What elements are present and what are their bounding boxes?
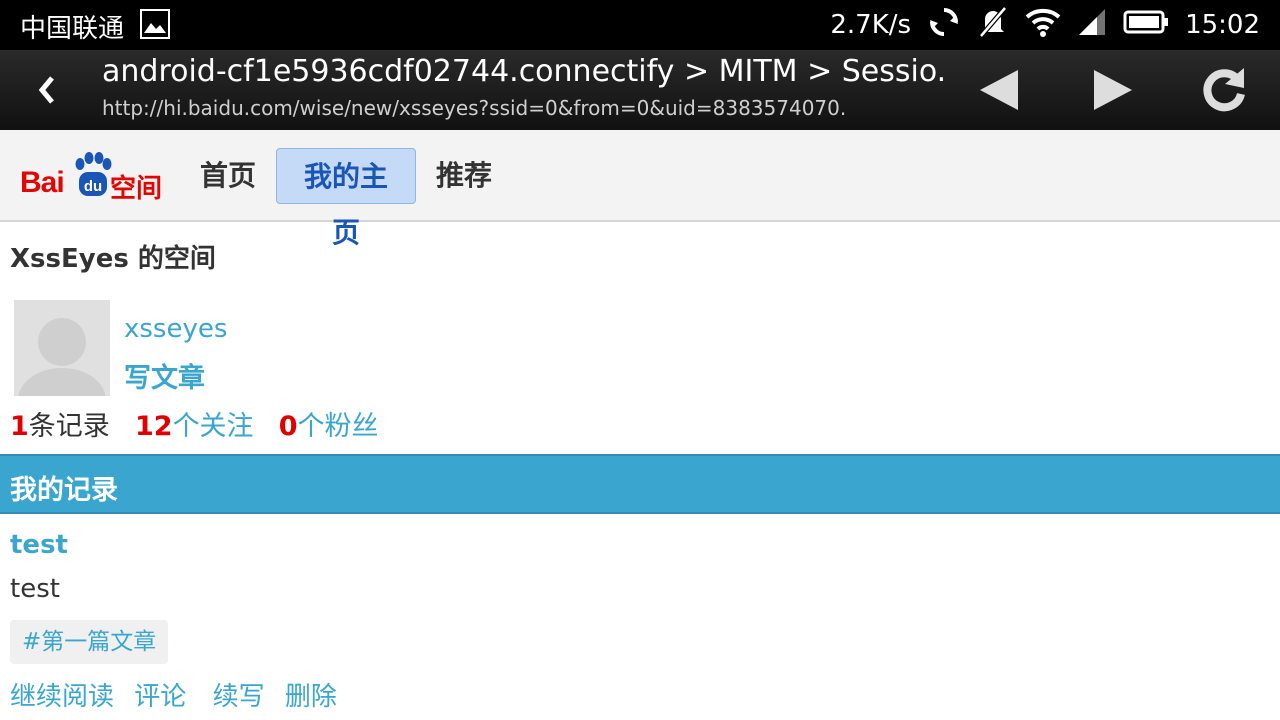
- next-icon[interactable]: [1090, 68, 1134, 112]
- post-tag[interactable]: #第一篇文章: [10, 620, 169, 664]
- records-count: 1: [10, 411, 29, 442]
- page-title: android-cf1e5936cdf02744.connectify > MI…: [102, 54, 947, 89]
- battery-icon: [1123, 9, 1169, 42]
- carrier-name: 中国联通: [20, 14, 125, 44]
- records-section-header: 我的记录: [0, 454, 1280, 514]
- clock: 15:02: [1185, 10, 1260, 40]
- records-label: 条记录: [28, 411, 110, 442]
- status-bar: 中国联通 2.7K/s 15:02: [0, 0, 1280, 50]
- comment-link[interactable]: 评论: [134, 682, 186, 712]
- reload-icon[interactable]: [1198, 64, 1250, 116]
- post-body: test: [10, 574, 60, 604]
- back-icon[interactable]: [30, 68, 64, 112]
- net-speed: 2.7K/s: [830, 10, 912, 40]
- space-title: XssEyes 的空间: [10, 244, 216, 274]
- following-link[interactable]: 个关注: [173, 411, 254, 442]
- paw-icon: du: [75, 152, 112, 196]
- status-icons: 2.7K/s 15:02: [830, 5, 1260, 44]
- url-field[interactable]: http://hi.baidu.com/wise/new/xsseyes?ssi…: [102, 96, 846, 120]
- browser-toolbar: android-cf1e5936cdf02744.connectify > MI…: [0, 50, 1280, 130]
- profile-stats: 1条记录 12个关注 0个粉丝: [10, 404, 379, 443]
- nav-recommend[interactable]: 推荐: [422, 148, 506, 204]
- signal-icon: [1077, 7, 1107, 44]
- avatar[interactable]: [14, 300, 110, 396]
- sync-icon: [927, 5, 961, 46]
- following-count[interactable]: 12: [135, 411, 173, 442]
- post-title-link[interactable]: test: [10, 530, 68, 560]
- nav-my-homepage[interactable]: 我的主页: [276, 148, 416, 249]
- nav-home[interactable]: 首页: [186, 148, 270, 204]
- section-title: 我的记录: [10, 475, 118, 506]
- wifi-icon: [1025, 7, 1061, 44]
- post-actions: 继续阅读 评论 续写 删除: [10, 676, 349, 713]
- logo-du-text: du: [84, 178, 102, 195]
- write-article-link[interactable]: 写文章: [124, 356, 205, 395]
- baidu-space-logo[interactable]: Bai du 空间: [18, 152, 168, 204]
- previous-icon[interactable]: [978, 68, 1022, 112]
- default-avatar-icon: [18, 318, 106, 396]
- continue-writing-link[interactable]: 续写: [213, 682, 265, 712]
- image-icon: [140, 9, 170, 39]
- logo-space-text: 空间: [110, 174, 163, 204]
- fans-count[interactable]: 0: [279, 411, 298, 442]
- mute-icon: [977, 5, 1009, 46]
- logo-bai-text: Bai: [20, 166, 65, 199]
- fans-link[interactable]: 个粉丝: [298, 411, 379, 442]
- delete-link[interactable]: 删除: [285, 682, 337, 712]
- site-nav: Bai du 空间 首页 我的主页 推荐: [0, 130, 1280, 249]
- username-link[interactable]: xsseyes: [124, 314, 227, 344]
- continue-reading-link[interactable]: 继续阅读: [10, 682, 114, 712]
